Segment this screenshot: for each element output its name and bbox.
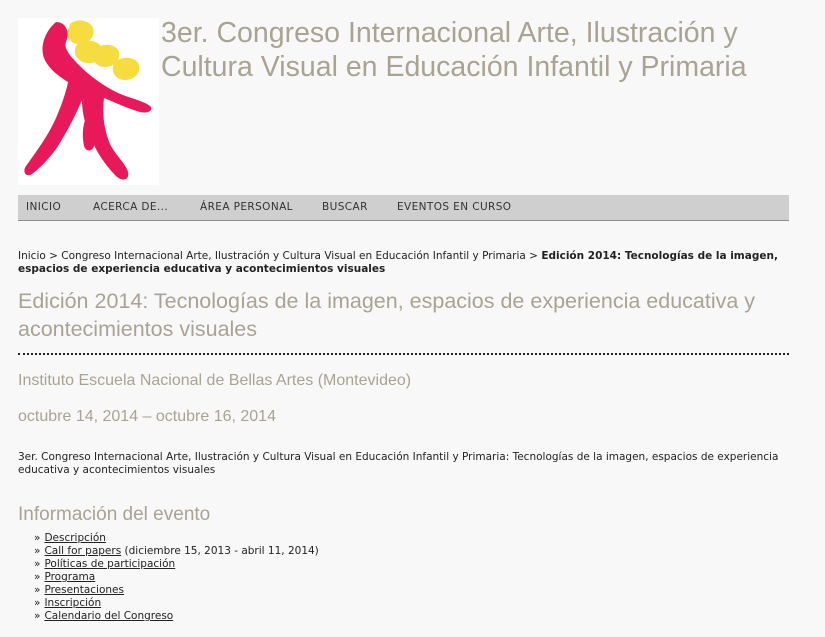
breadcrumb-home-link[interactable]: Inicio xyxy=(18,250,46,262)
event-info-links: » Descripción » Call for papers (diciembre… xyxy=(34,532,319,623)
link-call-for-papers[interactable]: Call for papers xyxy=(44,545,121,557)
main-navigation: INICIO ACERCA DE... ÁREA PERSONAL BUSCAR… xyxy=(18,195,789,221)
nav-item-inicio[interactable]: INICIO xyxy=(26,201,61,213)
list-item: » Inscripción xyxy=(34,597,319,610)
link-calendario[interactable]: Calendario del Congreso xyxy=(44,610,173,622)
bullet-icon: » xyxy=(34,545,41,557)
site-title-line-1: 3er. Congreso Internacional Arte, Ilustr… xyxy=(161,17,738,49)
nav-item-acerca-de[interactable]: ACERCA DE... xyxy=(93,201,168,213)
link-descripcion[interactable]: Descripción xyxy=(44,532,105,544)
link-inscripcion[interactable]: Inscripción xyxy=(44,597,101,609)
list-item: » Presentaciones xyxy=(34,584,319,597)
nav-item-eventos-en-curso[interactable]: EVENTOS EN CURSO xyxy=(397,201,511,213)
list-item: » Programa xyxy=(34,571,319,584)
bullet-icon: » xyxy=(34,558,41,570)
bullet-icon: » xyxy=(34,584,41,596)
congress-logo xyxy=(18,18,159,185)
link-politicas[interactable]: Políticas de participación xyxy=(44,558,175,570)
list-item: » Call for papers (diciembre 15, 2013 - a… xyxy=(34,545,319,558)
nav-item-buscar[interactable]: BUSCAR xyxy=(322,201,368,213)
site-title-line-2: Cultura Visual en Educación Infantil y P… xyxy=(161,51,747,83)
breadcrumb-separator: > xyxy=(525,250,542,262)
bullet-icon: » xyxy=(34,532,41,544)
page-title: Edición 2014: Tecnologías de la imagen, … xyxy=(18,287,789,355)
logo-figure-icon xyxy=(24,20,152,180)
event-intro-text: 3er. Congreso Internacional Arte, Ilustr… xyxy=(18,451,779,476)
list-item: » Políticas de participación xyxy=(34,558,319,571)
event-venue: Instituto Escuela Nacional de Bellas Art… xyxy=(18,372,412,389)
bullet-icon: » xyxy=(34,610,41,622)
link-presentaciones[interactable]: Presentaciones xyxy=(44,584,124,596)
link-programa[interactable]: Programa xyxy=(44,571,95,583)
bullet-icon: » xyxy=(34,597,41,609)
breadcrumb-conference-link[interactable]: Congreso Internacional Arte, Ilustración… xyxy=(61,250,526,262)
event-info-heading: Información del evento xyxy=(18,504,211,525)
bullet-icon: » xyxy=(34,571,41,583)
event-dates: octubre 14, 2014 – octubre 16, 2014 xyxy=(18,408,276,425)
nav-item-area-personal[interactable]: ÁREA PERSONAL xyxy=(200,201,293,213)
call-for-papers-dates: (diciembre 15, 2013 - abril 11, 2014) xyxy=(121,545,319,557)
list-item: » Calendario del Congreso xyxy=(34,610,319,623)
breadcrumb-separator: > xyxy=(45,250,62,262)
site-title: 3er. Congreso Internacional Arte, Ilustr… xyxy=(161,16,825,84)
list-item: » Descripción xyxy=(34,532,319,545)
breadcrumb: Inicio > Congreso Internacional Arte, Il… xyxy=(18,250,788,276)
